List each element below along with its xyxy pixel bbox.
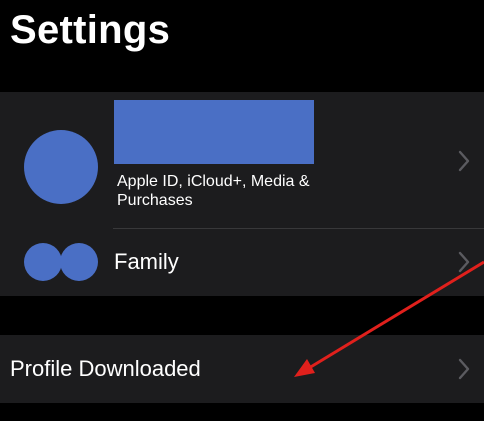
account-group: Apple ID, iCloud+, Media & Purchases Fam… bbox=[0, 92, 484, 296]
redacted-name-block bbox=[114, 100, 314, 164]
profile-group: Profile Downloaded bbox=[0, 335, 484, 403]
family-icon bbox=[24, 243, 100, 281]
apple-id-row[interactable]: Apple ID, iCloud+, Media & Purchases bbox=[0, 92, 484, 229]
profile-downloaded-label: Profile Downloaded bbox=[10, 356, 201, 381]
family-member-avatar bbox=[24, 243, 62, 281]
family-label: Family bbox=[114, 249, 179, 274]
family-row[interactable]: Family bbox=[0, 229, 484, 296]
chevron-right-icon bbox=[458, 358, 470, 380]
chevron-right-icon bbox=[458, 150, 470, 172]
family-member-avatar bbox=[60, 243, 98, 281]
profile-downloaded-row[interactable]: Profile Downloaded bbox=[0, 335, 484, 403]
page-title: Settings bbox=[10, 8, 171, 52]
chevron-right-icon bbox=[458, 251, 470, 273]
settings-screen: Settings Apple ID, iCloud+, Media & Purc… bbox=[0, 0, 484, 421]
apple-id-subtitle: Apple ID, iCloud+, Media & Purchases bbox=[117, 173, 310, 209]
avatar bbox=[24, 130, 98, 204]
